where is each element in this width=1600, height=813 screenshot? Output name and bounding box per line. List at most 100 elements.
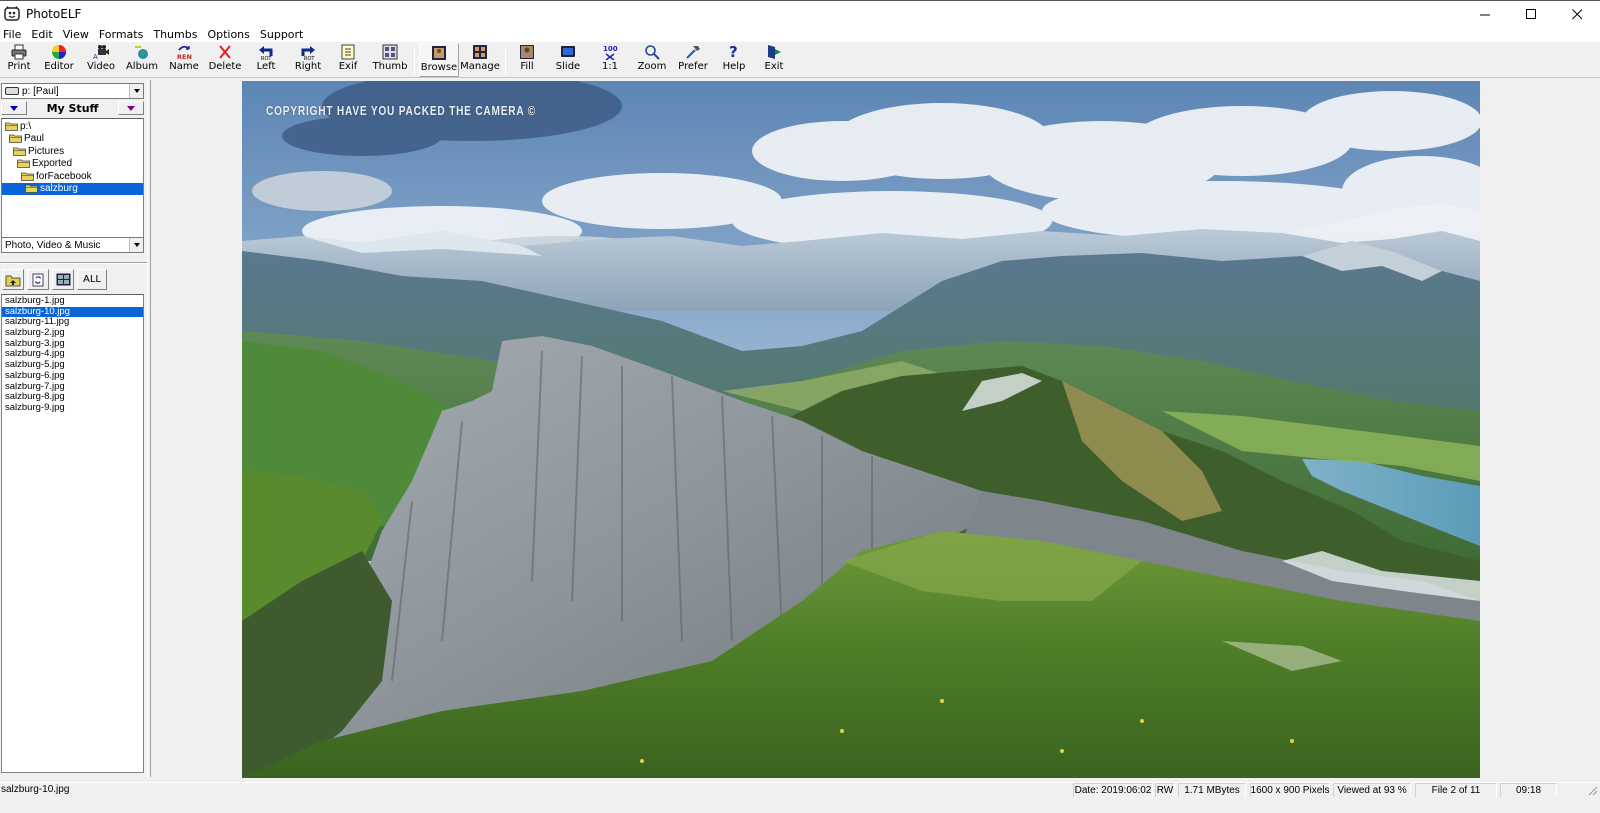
folder-tree-item[interactable]: Paul xyxy=(2,133,143,146)
manage-button[interactable]: Manage xyxy=(460,43,500,77)
help-button[interactable]: ? Help xyxy=(720,43,748,77)
video-camera-icon: A xyxy=(93,44,109,60)
minimize-button[interactable] xyxy=(1462,1,1508,27)
pane-splitter[interactable] xyxy=(147,80,151,777)
folder-tree-item[interactable]: Pictures xyxy=(2,145,143,158)
prefer-button[interactable]: Prefer xyxy=(676,43,710,77)
window-title: PhotoELF xyxy=(26,6,82,21)
drive-icon xyxy=(5,87,19,95)
file-type-filter-value: Photo, Video & Music xyxy=(5,239,101,251)
maximize-button[interactable] xyxy=(1508,1,1554,27)
drive-select[interactable]: p: [Paul] xyxy=(1,83,144,99)
file-list[interactable]: salzburg-1.jpg salzburg-10.jpg salzburg-11… xyxy=(1,294,144,773)
question-icon: ? xyxy=(726,44,742,60)
landscape-photo xyxy=(242,81,1480,778)
folder-tree-item[interactable]: salzburg xyxy=(2,182,143,195)
folder-icon xyxy=(5,122,18,131)
file-type-filter-select[interactable]: Photo, Video & Music xyxy=(1,237,144,253)
close-button[interactable] xyxy=(1554,1,1600,27)
svg-text:A: A xyxy=(93,53,98,60)
favorites-bar: My Stuff xyxy=(1,101,144,115)
palette-icon xyxy=(51,44,67,60)
actual-size-icon: 100 xyxy=(602,44,618,60)
folder-tree-item-label: p:\ xyxy=(20,120,32,132)
folder-icon xyxy=(17,159,30,169)
folder-tree-item[interactable]: p:\ xyxy=(2,120,143,133)
status-filename: salzburg-10.jpg xyxy=(1,784,70,795)
album-button[interactable]: Album xyxy=(124,43,160,77)
svg-text:ROT: ROT xyxy=(304,56,315,60)
refresh-button[interactable] xyxy=(27,269,49,290)
minimize-icon xyxy=(1479,14,1490,15)
thumbnail-view-button[interactable] xyxy=(52,269,74,290)
delete-button[interactable]: Delete xyxy=(208,43,242,77)
thumbnail-view-icon xyxy=(56,273,70,286)
actual-size-button[interactable]: 100 1:1 xyxy=(596,43,624,77)
svg-text:?: ? xyxy=(729,44,738,60)
folder-tree-item[interactable]: Exported xyxy=(2,158,143,171)
browse-button[interactable]: Browse xyxy=(419,43,459,77)
browse-icon xyxy=(431,45,447,61)
fill-icon xyxy=(519,44,535,60)
chevron-down-icon[interactable] xyxy=(129,238,143,252)
menu-thumbs[interactable]: Thumbs xyxy=(148,28,202,41)
pane-divider[interactable] xyxy=(0,262,148,264)
up-folder-button[interactable] xyxy=(2,269,24,290)
svg-text:REN: REN xyxy=(177,53,192,60)
photoelf-window: PhotoELF File Edit View Formats Thumbs O… xyxy=(0,0,1600,813)
menu-formats[interactable]: Formats xyxy=(94,28,149,41)
file-list-item[interactable]: salzburg-6.jpg xyxy=(2,370,143,382)
image-viewer[interactable]: COPYRIGHT HAVE YOU PACKED THE CAMERA © xyxy=(242,81,1480,778)
status-file-size: 1.71 MBytes xyxy=(1178,783,1246,798)
folder-tree[interactable]: p:\ Paul Pictures Exported forFacebook salzbu… xyxy=(1,118,144,242)
menu-options[interactable]: Options xyxy=(202,28,254,41)
exif-icon xyxy=(340,44,356,60)
printer-icon xyxy=(11,44,27,60)
zoom-button[interactable]: Zoom xyxy=(636,43,668,77)
magnifier-icon xyxy=(644,44,660,60)
file-list-item[interactable]: salzburg-9.jpg xyxy=(2,402,143,414)
rotate-right-button[interactable]: ROT Right xyxy=(292,43,324,77)
rotate-left-icon: ROT xyxy=(258,44,274,60)
menu-file[interactable]: File xyxy=(0,28,26,41)
show-all-button[interactable]: ALL xyxy=(77,269,107,290)
rotate-right-icon: ROT xyxy=(300,44,316,60)
album-globe-icon xyxy=(134,44,150,60)
folder-icon xyxy=(13,147,26,156)
editor-button[interactable]: Editor xyxy=(42,43,76,77)
left-pane: p: [Paul] My Stuff p:\ Paul Pictures Export… xyxy=(0,80,150,777)
fill-button[interactable]: Fill xyxy=(512,43,542,77)
thumbnail-grid-icon xyxy=(382,44,398,60)
status-time: 09:18 xyxy=(1500,783,1557,798)
rotate-left-button[interactable]: ROT Left xyxy=(250,43,282,77)
refresh-icon xyxy=(32,273,44,286)
folder-tree-item[interactable]: forFacebook xyxy=(2,170,143,183)
exif-button[interactable]: Exif xyxy=(334,43,362,77)
favorites-dropdown-button[interactable] xyxy=(1,101,27,115)
rename-button[interactable]: REN Name xyxy=(166,43,202,77)
menu-support[interactable]: Support xyxy=(255,28,308,41)
toolbar-separator xyxy=(505,46,506,76)
resize-grip-icon[interactable] xyxy=(1587,785,1598,796)
menu-view[interactable]: View xyxy=(58,28,94,41)
chevron-down-icon[interactable] xyxy=(129,84,143,98)
thumb-button[interactable]: Thumb xyxy=(372,43,408,77)
exit-button[interactable]: Exit xyxy=(760,43,788,77)
manage-icon xyxy=(472,44,488,60)
svg-text:100: 100 xyxy=(603,45,618,53)
slideshow-icon xyxy=(560,44,576,60)
print-button[interactable]: Print xyxy=(2,43,36,77)
folder-tree-item-label: salzburg xyxy=(40,183,78,195)
toolbar-separator xyxy=(414,46,415,76)
close-icon xyxy=(1571,8,1582,19)
slide-button[interactable]: Slide xyxy=(552,43,584,77)
svg-text:ROT: ROT xyxy=(261,56,272,60)
exit-door-icon xyxy=(766,44,782,60)
menu-edit[interactable]: Edit xyxy=(26,28,57,41)
favorites-add-button[interactable] xyxy=(118,101,144,115)
folder-tree-item-label: forFacebook xyxy=(36,170,92,182)
video-button[interactable]: A Video xyxy=(84,43,118,77)
status-date: Date: 2019:06:02 xyxy=(1073,783,1153,798)
folder-icon xyxy=(25,184,38,194)
folder-tree-item-label: Paul xyxy=(24,133,45,145)
